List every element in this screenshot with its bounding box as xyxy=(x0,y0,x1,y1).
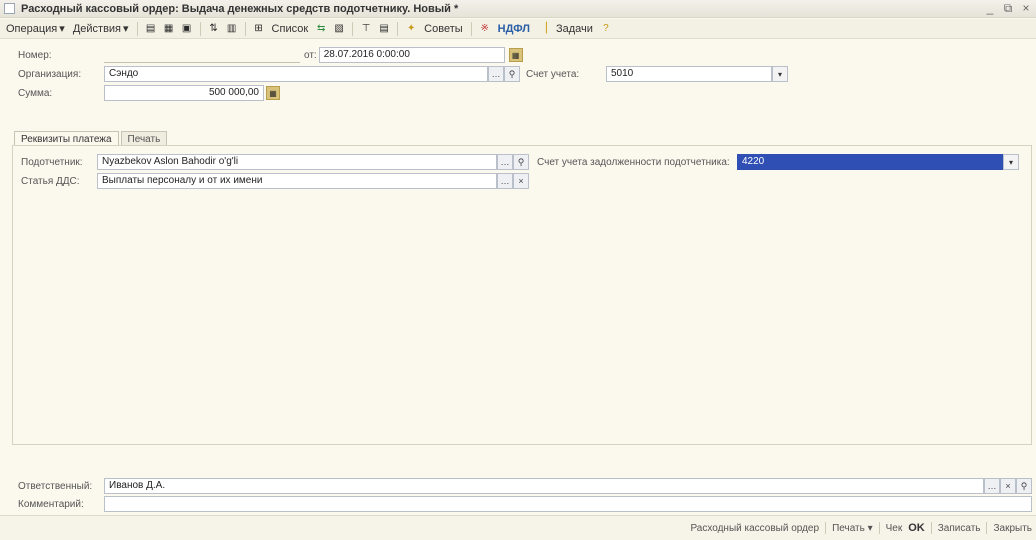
comment-row: Комментарий: xyxy=(18,496,1032,512)
list-button[interactable]: Список xyxy=(270,23,311,35)
search-icon[interactable]: ⚲ xyxy=(1016,478,1032,494)
debt-account-label: Счет учета задолженности подотчетника: xyxy=(537,156,730,168)
sum-field[interactable]: 500 000,00 xyxy=(104,85,264,101)
comment-field[interactable] xyxy=(104,496,1032,512)
select-button[interactable]: … xyxy=(497,154,513,170)
clear-icon[interactable]: × xyxy=(513,173,529,189)
table-icon[interactable]: ▤ xyxy=(377,22,391,36)
toolbar-separator xyxy=(397,21,399,36)
dt-kt-icon[interactable]: ⇆ xyxy=(314,22,328,36)
window-controls: _ ⧉ × xyxy=(984,1,1032,16)
number-field[interactable] xyxy=(104,47,300,63)
report-icon[interactable]: ▧ xyxy=(332,22,346,36)
separator xyxy=(878,522,880,534)
responsible-field[interactable]: Иванов Д.А. xyxy=(104,478,984,494)
sum-label: Сумма: xyxy=(18,87,53,99)
minimize-button[interactable]: _ xyxy=(984,1,996,16)
window-title: Расходный кассовый ордер: Выдача денежны… xyxy=(21,2,459,15)
clear-icon[interactable]: × xyxy=(1000,478,1016,494)
ndfl-icon: ※ xyxy=(480,23,489,34)
accountable-label: Подотчетник: xyxy=(21,156,83,168)
chevron-down-icon[interactable]: ▾ xyxy=(1003,154,1019,170)
responsible-label: Ответственный: xyxy=(18,480,93,492)
account-field[interactable]: 5010 xyxy=(606,66,772,82)
filter-icon[interactable]: ⊞ xyxy=(252,22,266,36)
separator xyxy=(986,522,988,534)
chevron-down-icon: ▾ xyxy=(59,23,65,35)
operation-menu-label: Операция xyxy=(6,22,58,35)
close-button[interactable]: Закрыть xyxy=(993,523,1032,534)
chevron-down-icon[interactable]: ▾ xyxy=(772,66,788,82)
select-button[interactable]: … xyxy=(488,66,504,82)
document-type-label: Расходный кассовый ордер xyxy=(690,522,820,534)
structure-icon[interactable]: ⇅ xyxy=(207,22,221,36)
select-button[interactable]: … xyxy=(984,478,1000,494)
print-menu-label: Печать xyxy=(832,522,865,534)
chevron-down-icon: ▾ xyxy=(123,23,129,35)
toolbar: Операция ▾ Действия ▾ ▤ ▦ ▣ ⇅ ▥ ⊞ Список… xyxy=(0,19,1036,39)
post-icon[interactable]: ▥ xyxy=(225,22,239,36)
print-menu[interactable]: Печать ▾ xyxy=(832,523,873,534)
tree-icon[interactable]: ⊤ xyxy=(359,22,373,36)
save-icon[interactable]: ▣ xyxy=(180,22,194,36)
chevron-down-icon: ▾ xyxy=(867,522,873,534)
actions-menu[interactable]: Действия ▾ xyxy=(71,22,131,36)
search-icon[interactable]: ⚲ xyxy=(513,154,529,170)
advice-icon: ✦ xyxy=(406,23,416,34)
operation-menu[interactable]: Операция ▾ xyxy=(4,22,67,36)
toolbar-separator xyxy=(352,21,354,36)
select-button[interactable]: … xyxy=(497,173,513,189)
document-icon xyxy=(4,3,15,14)
dds-row: Статья ДДС: Выплаты персоналу и от их им… xyxy=(21,173,529,189)
form-command-bar: Расходный кассовый ордер Печать ▾ Чек OK… xyxy=(0,515,1036,540)
dds-field[interactable]: Выплаты персоналу и от их имени xyxy=(97,173,497,189)
window-titlebar: Расходный кассовый ордер: Выдача денежны… xyxy=(0,0,1036,18)
edit-icon[interactable]: ▦ xyxy=(162,22,176,36)
close-button[interactable]: × xyxy=(1020,1,1032,16)
number-label: Номер: xyxy=(18,49,52,61)
restore-button[interactable]: ⧉ xyxy=(1002,1,1014,16)
search-icon[interactable]: ⚲ xyxy=(504,66,520,82)
date-field[interactable]: 28.07.2016 0:00:00 xyxy=(318,47,505,63)
ok-button[interactable]: OK xyxy=(908,522,925,534)
organization-label: Организация: xyxy=(18,68,82,80)
account-label: Счет учета: xyxy=(526,68,580,80)
organization-field[interactable]: Сэндо xyxy=(104,66,488,82)
tasks-icon: ▕ xyxy=(539,23,547,34)
dds-label: Статья ДДС: xyxy=(21,175,80,187)
help-icon[interactable]: ? xyxy=(599,22,613,36)
advice-button[interactable]: Советы xyxy=(422,23,464,35)
organization-row: Организация: Сэндо … ⚲ Счет учета: 5010 … xyxy=(18,66,788,82)
tasks-button[interactable]: Задачи xyxy=(554,23,595,35)
date-prefix-label: от: xyxy=(304,49,317,61)
calendar-icon[interactable]: ▦ xyxy=(508,48,523,62)
check-button[interactable]: Чек xyxy=(886,523,903,534)
toolbar-separator xyxy=(199,21,201,36)
calculator-icon[interactable]: ▦ xyxy=(266,86,280,100)
responsible-row: Ответственный: Иванов Д.А. … × ⚲ xyxy=(18,478,1032,494)
ndfl-button[interactable]: НДФЛ xyxy=(496,23,532,35)
sum-row: Сумма: 500 000,00 ▦ xyxy=(18,85,280,101)
comment-label: Комментарий: xyxy=(18,498,84,510)
copy-icon[interactable]: ▤ xyxy=(144,22,158,36)
save-button[interactable]: Записать xyxy=(938,523,981,534)
toolbar-separator xyxy=(470,21,472,36)
tab-panel-payment-details: Подотчетник: Nyazbekov Aslon Bahodir o'g… xyxy=(12,145,1032,445)
separator xyxy=(825,522,827,534)
actions-menu-label: Действия xyxy=(72,22,122,35)
separator xyxy=(930,522,932,534)
number-row: Номер: от: 28.07.2016 0:00:00 ▦ xyxy=(18,47,523,63)
toolbar-separator xyxy=(244,21,246,36)
toolbar-separator xyxy=(136,21,138,36)
accountable-row: Подотчетник: Nyazbekov Aslon Bahodir o'g… xyxy=(21,154,1019,170)
debt-account-field[interactable]: 4220 xyxy=(737,154,1003,170)
accountable-field[interactable]: Nyazbekov Aslon Bahodir o'g'li xyxy=(97,154,497,170)
